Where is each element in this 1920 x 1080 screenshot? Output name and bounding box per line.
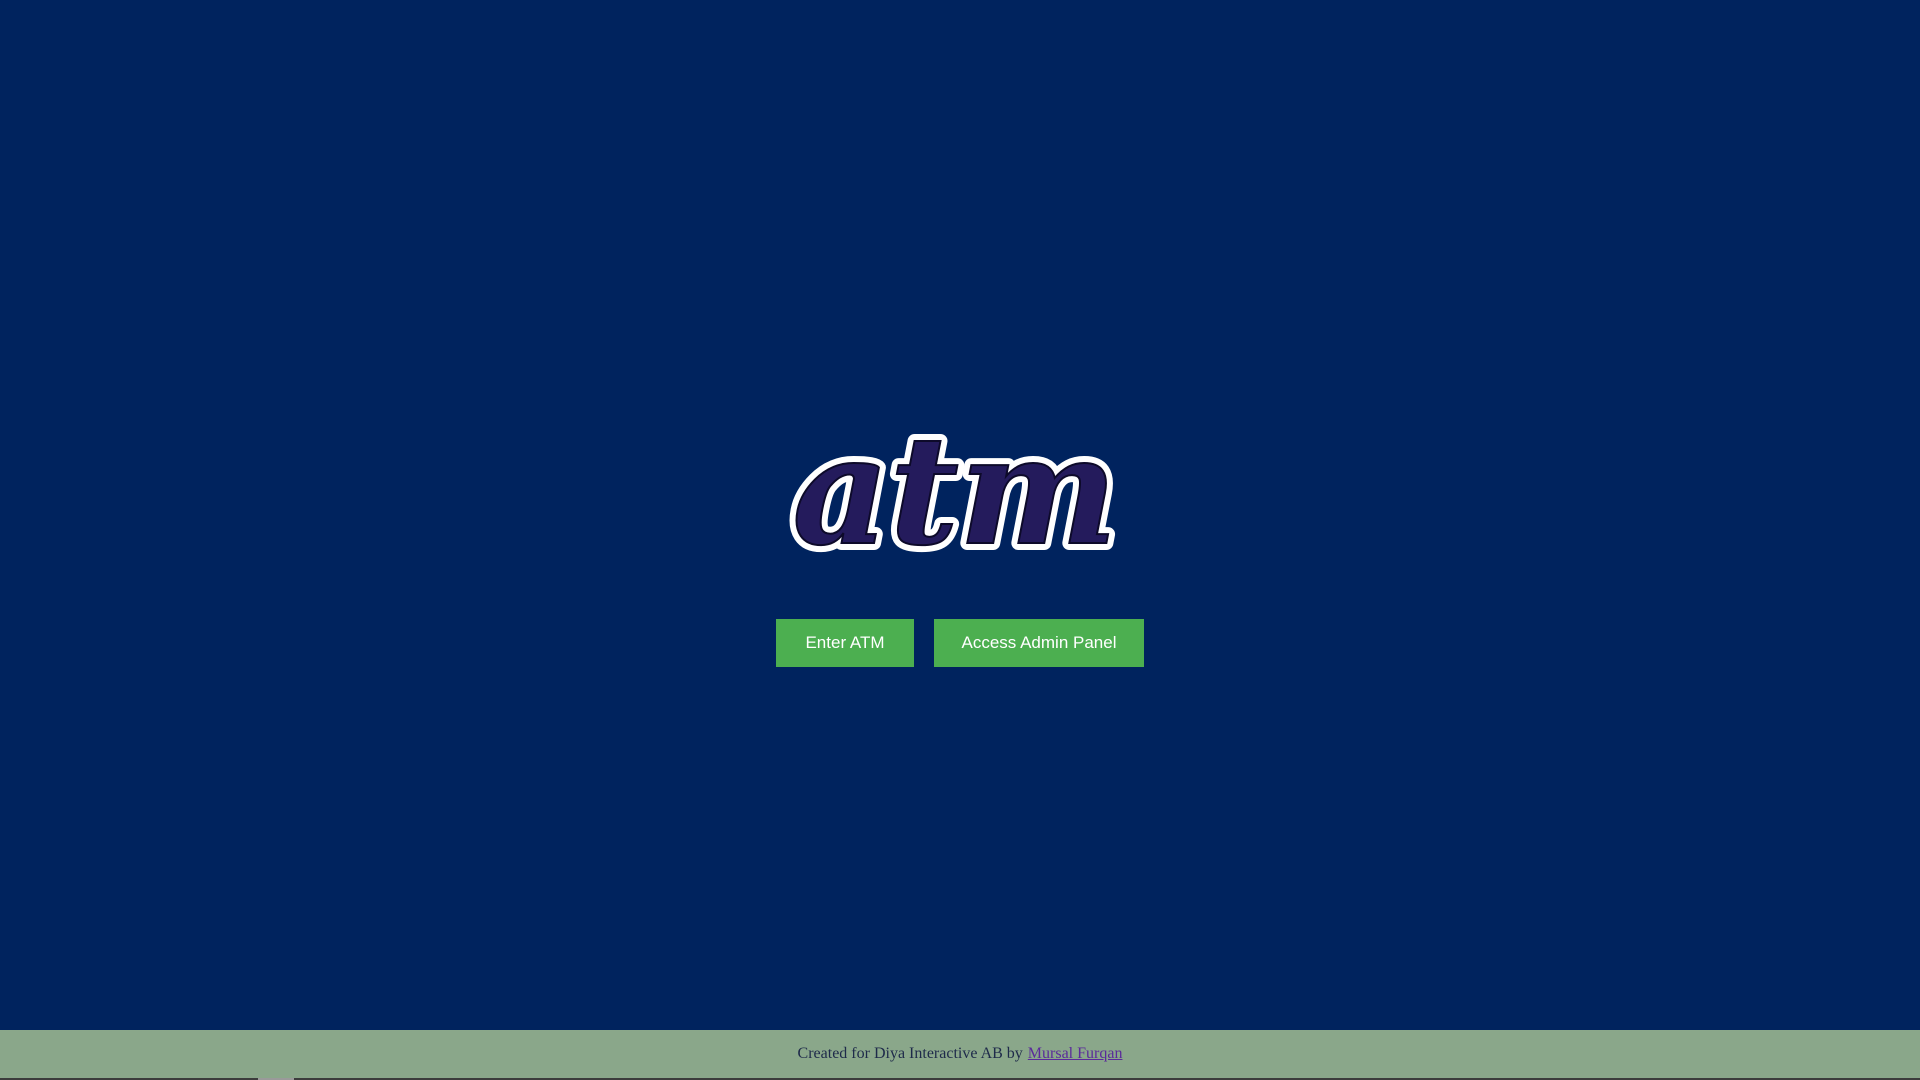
atm-logo: atm atm [755, 425, 1165, 575]
access-admin-panel-button[interactable]: Access Admin Panel [934, 619, 1144, 667]
author-link[interactable]: Mursal Furqan [1028, 1045, 1123, 1063]
atm-logo-graphic: atm atm [785, 425, 1124, 575]
footer: Created for Diya Interactive AB by Mursa… [0, 1030, 1920, 1078]
footer-credit-text: Created for Diya Interactive AB by [797, 1045, 1023, 1062]
enter-atm-button[interactable]: Enter ATM [776, 619, 914, 667]
action-buttons: Enter ATM Access Admin Panel [776, 619, 1144, 667]
logo-fill: atm [792, 425, 1117, 575]
